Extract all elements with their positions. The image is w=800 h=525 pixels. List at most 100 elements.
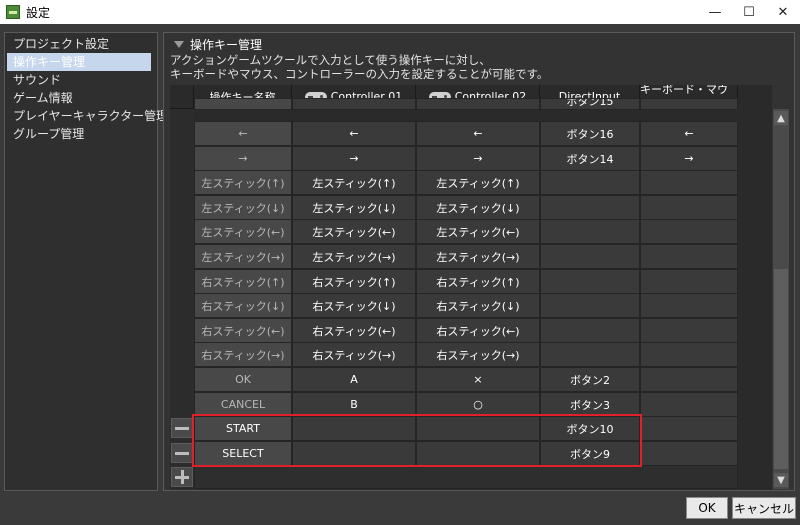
- binding-cell[interactable]: 右スティック(↑): [292, 269, 416, 294]
- binding-cell[interactable]: ボタン10: [540, 416, 640, 441]
- binding-cell[interactable]: [640, 293, 738, 318]
- key-name-cell[interactable]: SELECT: [194, 441, 292, 466]
- binding-cell[interactable]: [540, 170, 640, 195]
- remove-row-button[interactable]: [171, 418, 193, 438]
- binding-cell[interactable]: [640, 416, 738, 441]
- scroll-up-icon[interactable]: ▲: [774, 111, 788, 125]
- ok-button[interactable]: OK: [686, 497, 728, 519]
- binding-cell[interactable]: [540, 318, 640, 343]
- key-name-cell[interactable]: 右スティック(←): [194, 318, 292, 343]
- binding-cell[interactable]: [540, 342, 640, 367]
- sidebar-item[interactable]: グループ管理: [7, 125, 151, 143]
- binding-cell[interactable]: 右スティック(↓): [416, 293, 540, 318]
- key-name-cell[interactable]: ←: [194, 121, 292, 146]
- table-cell[interactable]: [640, 98, 738, 110]
- binding-cell[interactable]: 右スティック(←): [416, 318, 540, 343]
- table-cell[interactable]: [416, 98, 540, 110]
- close-button[interactable]: ✕: [766, 0, 800, 24]
- key-name-cell[interactable]: 左スティック(←): [194, 219, 292, 244]
- key-name-cell[interactable]: 右スティック(→): [194, 342, 292, 367]
- binding-cell[interactable]: 右スティック(←): [292, 318, 416, 343]
- vertical-scrollbar[interactable]: ▲ ▼: [773, 109, 789, 489]
- binding-cell[interactable]: ←: [416, 121, 540, 146]
- section-title: 操作キー管理: [190, 37, 263, 52]
- key-name-cell[interactable]: 右スティック(↑): [194, 269, 292, 294]
- key-name-cell[interactable]: 右スティック(↓): [194, 293, 292, 318]
- key-name-cell[interactable]: CANCEL: [194, 392, 292, 417]
- binding-cell[interactable]: [540, 195, 640, 220]
- binding-cell[interactable]: [540, 269, 640, 294]
- binding-cell[interactable]: ボタン2: [540, 367, 640, 392]
- sidebar-item[interactable]: ゲーム情報: [7, 89, 151, 107]
- key-name-cell[interactable]: 左スティック(→): [194, 244, 292, 269]
- sidebar-item[interactable]: サウンド: [7, 71, 151, 89]
- window-title: 設定: [26, 5, 51, 20]
- maximize-button[interactable]: ☐: [732, 0, 766, 24]
- table-cell[interactable]: [194, 98, 292, 110]
- binding-cell[interactable]: →: [292, 146, 416, 171]
- key-name-cell[interactable]: 左スティック(↑): [194, 170, 292, 195]
- binding-cell[interactable]: ボタン9: [540, 441, 640, 466]
- sidebar-item[interactable]: 操作キー管理: [7, 53, 151, 71]
- binding-cell[interactable]: 右スティック(↑): [416, 269, 540, 294]
- key-name-cell[interactable]: OK: [194, 367, 292, 392]
- scroll-down-icon[interactable]: ▼: [774, 473, 788, 487]
- sidebar-item[interactable]: プロジェクト設定: [7, 35, 151, 53]
- binding-cell[interactable]: 右スティック(↓): [292, 293, 416, 318]
- binding-cell[interactable]: [292, 416, 416, 441]
- app-icon: [6, 5, 20, 19]
- binding-cell[interactable]: 左スティック(↓): [292, 195, 416, 220]
- table-cell[interactable]: [292, 98, 416, 110]
- binding-cell[interactable]: [540, 293, 640, 318]
- binding-cell[interactable]: [640, 244, 738, 269]
- binding-cell[interactable]: ○: [416, 392, 540, 417]
- binding-cell[interactable]: ←: [292, 121, 416, 146]
- binding-cell[interactable]: B: [292, 392, 416, 417]
- binding-cell[interactable]: ×: [416, 367, 540, 392]
- binding-cell[interactable]: 左スティック(↑): [292, 170, 416, 195]
- binding-cell[interactable]: [640, 392, 738, 417]
- sidebar-item[interactable]: プレイヤーキャラクター管理: [7, 107, 168, 125]
- add-row-button[interactable]: [171, 467, 193, 487]
- binding-cell[interactable]: 右スティック(→): [292, 342, 416, 367]
- binding-cell[interactable]: [640, 269, 738, 294]
- remove-row-button[interactable]: [171, 443, 193, 463]
- binding-cell[interactable]: [640, 367, 738, 392]
- collapse-triangle-icon[interactable]: [174, 40, 184, 48]
- binding-cell[interactable]: 左スティック(→): [292, 244, 416, 269]
- section-header[interactable]: 操作キー管理: [174, 35, 262, 53]
- binding-cell[interactable]: [292, 441, 416, 466]
- binding-cell[interactable]: 左スティック(↑): [416, 170, 540, 195]
- binding-cell[interactable]: →: [640, 146, 738, 171]
- key-name-cell[interactable]: →: [194, 146, 292, 171]
- binding-cell[interactable]: [640, 342, 738, 367]
- binding-cell[interactable]: [640, 170, 738, 195]
- key-name-cell[interactable]: START: [194, 416, 292, 441]
- binding-cell[interactable]: [540, 219, 640, 244]
- settings-sidebar: プロジェクト設定 操作キー管理 サウンド ゲーム情報 プレイヤーキャラクター管理 グループ…: [4, 32, 168, 491]
- binding-cell[interactable]: ボタン16: [540, 121, 640, 146]
- minimize-button[interactable]: —: [698, 0, 732, 24]
- binding-cell[interactable]: [416, 416, 540, 441]
- scroll-thumb[interactable]: [774, 269, 788, 469]
- binding-cell[interactable]: [540, 244, 640, 269]
- binding-cell[interactable]: ボタン14: [540, 146, 640, 171]
- key-name-cell[interactable]: 左スティック(↓): [194, 195, 292, 220]
- binding-cell[interactable]: [640, 318, 738, 343]
- binding-cell[interactable]: 左スティック(↓): [416, 195, 540, 220]
- binding-cell[interactable]: 左スティック(←): [292, 219, 416, 244]
- binding-cell[interactable]: 左スティック(→): [416, 244, 540, 269]
- table-corner: [170, 85, 194, 109]
- binding-cell[interactable]: [640, 219, 738, 244]
- binding-cell[interactable]: →: [416, 146, 540, 171]
- binding-cell[interactable]: [640, 195, 738, 220]
- binding-cell[interactable]: ←: [640, 121, 738, 146]
- binding-cell[interactable]: A: [292, 367, 416, 392]
- table-cell[interactable]: ボタン15: [540, 98, 640, 110]
- binding-cell[interactable]: ボタン3: [540, 392, 640, 417]
- binding-cell[interactable]: 右スティック(→): [416, 342, 540, 367]
- binding-cell[interactable]: [640, 441, 738, 466]
- binding-cell[interactable]: 左スティック(←): [416, 219, 540, 244]
- cancel-button[interactable]: キャンセル: [732, 497, 796, 519]
- binding-cell[interactable]: [416, 441, 540, 466]
